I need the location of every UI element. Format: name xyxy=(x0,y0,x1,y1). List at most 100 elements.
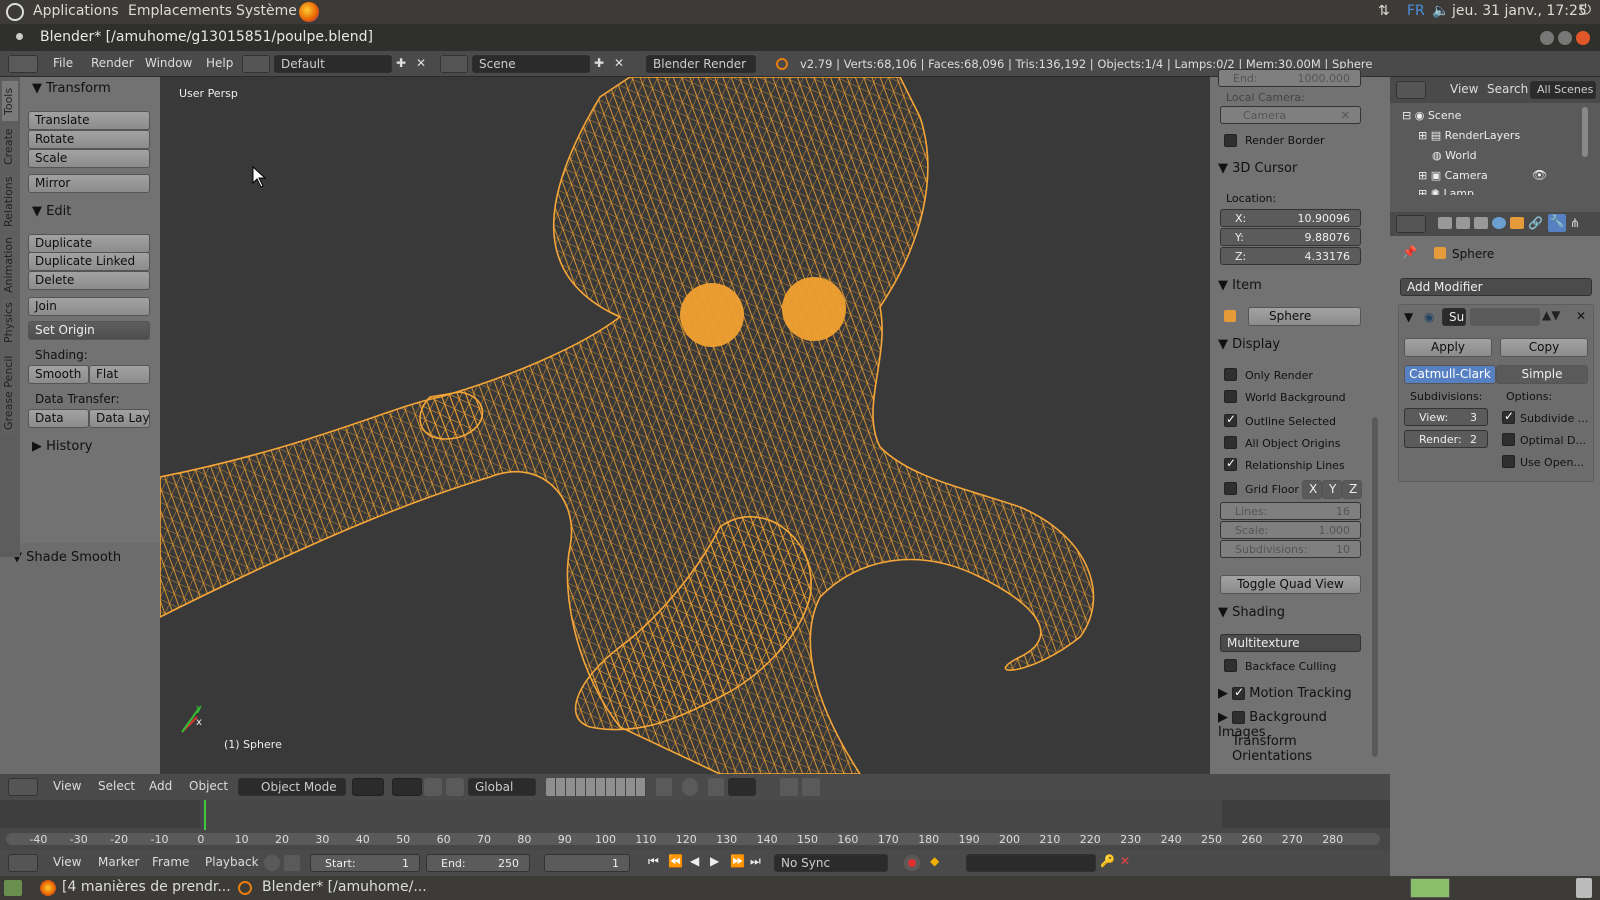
scene-context-icon[interactable] xyxy=(1474,217,1488,229)
cursor-z-field[interactable]: Z: 4.33176 xyxy=(1220,247,1361,265)
end-frame-field[interactable]: End: 250 xyxy=(426,854,530,872)
firefox-task[interactable]: [4 manières de prendr... xyxy=(62,879,231,895)
object-mode-select[interactable]: Object Mode xyxy=(238,778,346,796)
flat-button[interactable]: Flat xyxy=(89,365,150,384)
proportional-editing-icon[interactable] xyxy=(682,778,698,796)
blender-task[interactable]: Blender* [/amuhome/... xyxy=(262,879,427,895)
render-levels-field[interactable]: Render: 2 xyxy=(1404,430,1488,448)
add-layout-icon[interactable]: ✚ xyxy=(396,56,406,70)
world-context-icon[interactable] xyxy=(1492,217,1506,229)
outliner-item-world[interactable]: ◍ World xyxy=(1432,149,1477,162)
preview-range-icon[interactable] xyxy=(264,855,280,871)
grid-subdivisions-field[interactable]: Subdivisions: 10 xyxy=(1220,540,1361,558)
pin-icon[interactable]: 📌 xyxy=(1402,245,1417,259)
data-button[interactable]: Data xyxy=(28,409,89,428)
only-render-checkbox[interactable] xyxy=(1224,368,1237,381)
editor-type-icon[interactable] xyxy=(8,55,38,73)
layer-buttons[interactable] xyxy=(546,778,646,796)
outliner-display-mode[interactable]: All Scenes xyxy=(1530,81,1596,99)
modifier-wrench-icon[interactable]: 🔧 xyxy=(1548,214,1566,232)
render-engine-select[interactable]: Blender Render xyxy=(646,55,756,73)
cursor-y-field[interactable]: Y: 9.88076 xyxy=(1220,228,1361,246)
relationship-lines-checkbox[interactable] xyxy=(1224,456,1237,471)
duplicate-button[interactable]: Duplicate xyxy=(28,234,150,253)
shading-panel-header[interactable]: ▼ Shading xyxy=(1218,605,1285,620)
move-up-icon[interactable]: ▲▼ xyxy=(1542,308,1560,322)
window-menu[interactable]: Window xyxy=(145,56,192,70)
camera-visibility-eye-icon[interactable]: 👁 xyxy=(1532,168,1547,182)
world-background-checkbox[interactable] xyxy=(1224,390,1237,403)
jump-keyframe-back-icon[interactable]: ⏪ xyxy=(668,854,683,868)
backface-culling-checkbox[interactable] xyxy=(1224,659,1237,672)
shading-mode-select[interactable]: Multitexture xyxy=(1220,634,1361,652)
play-reverse-icon[interactable]: ◀ xyxy=(690,854,699,868)
transform-orientation-select[interactable]: Global xyxy=(468,778,536,796)
mirror-button[interactable]: Mirror xyxy=(28,174,150,193)
outliner-view-menu[interactable]: View xyxy=(1450,82,1478,96)
outliner-item-camera[interactable]: ⊞ ▣ Camera xyxy=(1418,169,1488,182)
current-frame-indicator[interactable] xyxy=(204,800,206,830)
panel-scrollbar[interactable] xyxy=(1370,77,1390,774)
timeline-editor-icon[interactable] xyxy=(8,854,38,872)
outliner-item-lamp[interactable]: ⊞ ✺ Lamp xyxy=(1418,187,1474,195)
render-menu[interactable]: Render xyxy=(91,56,134,70)
keyboard-layout[interactable]: FR xyxy=(1407,3,1425,19)
transform-orientations-panel-header[interactable]: Transform Orientations xyxy=(1232,734,1370,764)
edit-panel-header[interactable]: ▼ Edit xyxy=(32,204,71,219)
jump-end-icon[interactable]: ⏭ xyxy=(750,854,761,869)
play-icon[interactable]: ▶ xyxy=(710,854,719,868)
keying-set-icon[interactable]: ◆ xyxy=(930,854,939,868)
outliner-scrollbar[interactable] xyxy=(1582,107,1588,157)
system-menu[interactable]: Système xyxy=(236,3,297,19)
set-origin-dropdown[interactable]: Set Origin xyxy=(28,321,150,340)
timeline-marker-menu[interactable]: Marker xyxy=(98,855,139,869)
view-levels-field[interactable]: View: 3 xyxy=(1404,408,1488,426)
power-icon[interactable]: ⏻ xyxy=(1580,2,1591,18)
outliner-item-renderlayers[interactable]: ⊞ ▤ RenderLayers xyxy=(1418,129,1520,142)
rotate-button[interactable]: Rotate xyxy=(28,130,150,149)
scale-button[interactable]: Scale xyxy=(28,149,150,168)
smooth-button[interactable]: Smooth xyxy=(28,365,89,384)
tab-tools[interactable]: Tools xyxy=(2,81,18,121)
translate-button[interactable]: Translate xyxy=(28,111,150,130)
help-menu[interactable]: Help xyxy=(206,56,233,70)
constraints-context-icon[interactable]: 🔗 xyxy=(1528,216,1543,230)
timeline-frame-menu[interactable]: Frame xyxy=(152,855,189,869)
transform-manipulator-icon[interactable] xyxy=(446,778,464,796)
apply-button[interactable]: Apply xyxy=(1404,338,1492,357)
renderlayers-context-icon[interactable] xyxy=(1456,217,1470,229)
viewport-add-menu[interactable]: Add xyxy=(149,779,172,793)
modifier-collapse-icon[interactable]: ▼ xyxy=(1404,310,1413,324)
all-object-origins-checkbox[interactable] xyxy=(1224,436,1237,449)
tab-create[interactable]: Create xyxy=(2,125,18,169)
history-panel-header[interactable]: ▶ History xyxy=(32,439,92,454)
background-images-checkbox[interactable] xyxy=(1232,711,1246,724)
network-icon[interactable]: ⇅ xyxy=(1378,3,1390,19)
copy-button[interactable]: Copy xyxy=(1500,338,1588,357)
axis-z-toggle[interactable]: Z xyxy=(1342,480,1362,499)
join-button[interactable]: Join xyxy=(28,297,150,316)
timeline-playback-menu[interactable]: Playback xyxy=(205,855,259,869)
3d-view-editor-icon[interactable] xyxy=(8,778,38,796)
pivot-point-select[interactable] xyxy=(392,778,422,796)
show-desktop-icon[interactable] xyxy=(4,880,22,896)
scene-field[interactable]: Scene xyxy=(472,55,590,73)
viewport-object-menu[interactable]: Object xyxy=(189,779,228,793)
tab-physics[interactable]: Physics xyxy=(2,299,18,347)
window-menu-icon[interactable] xyxy=(16,33,23,40)
snap-toggle-icon[interactable] xyxy=(708,778,724,796)
jump-keyframe-forward-icon[interactable]: ⏩ xyxy=(730,854,745,868)
sync-mode-select[interactable]: No Sync xyxy=(774,854,888,872)
data-layout-button[interactable]: Data Layo xyxy=(89,409,150,428)
display-panel-header[interactable]: ▼ Display xyxy=(1218,337,1280,352)
viewport-select-menu[interactable]: Select xyxy=(98,779,135,793)
render-border-checkbox[interactable] xyxy=(1224,134,1237,147)
outliner-editor-icon[interactable] xyxy=(1396,81,1426,99)
places-menu[interactable]: Emplacements xyxy=(128,3,232,19)
scene-icon[interactable] xyxy=(440,55,468,73)
timeline-view-menu[interactable]: View xyxy=(53,855,81,869)
octopus-wireframe-mesh[interactable]: y x xyxy=(160,77,1210,774)
tab-relations[interactable]: Relations xyxy=(2,173,18,231)
lock-frame-icon[interactable] xyxy=(284,855,300,871)
close-button[interactable] xyxy=(1576,31,1590,45)
